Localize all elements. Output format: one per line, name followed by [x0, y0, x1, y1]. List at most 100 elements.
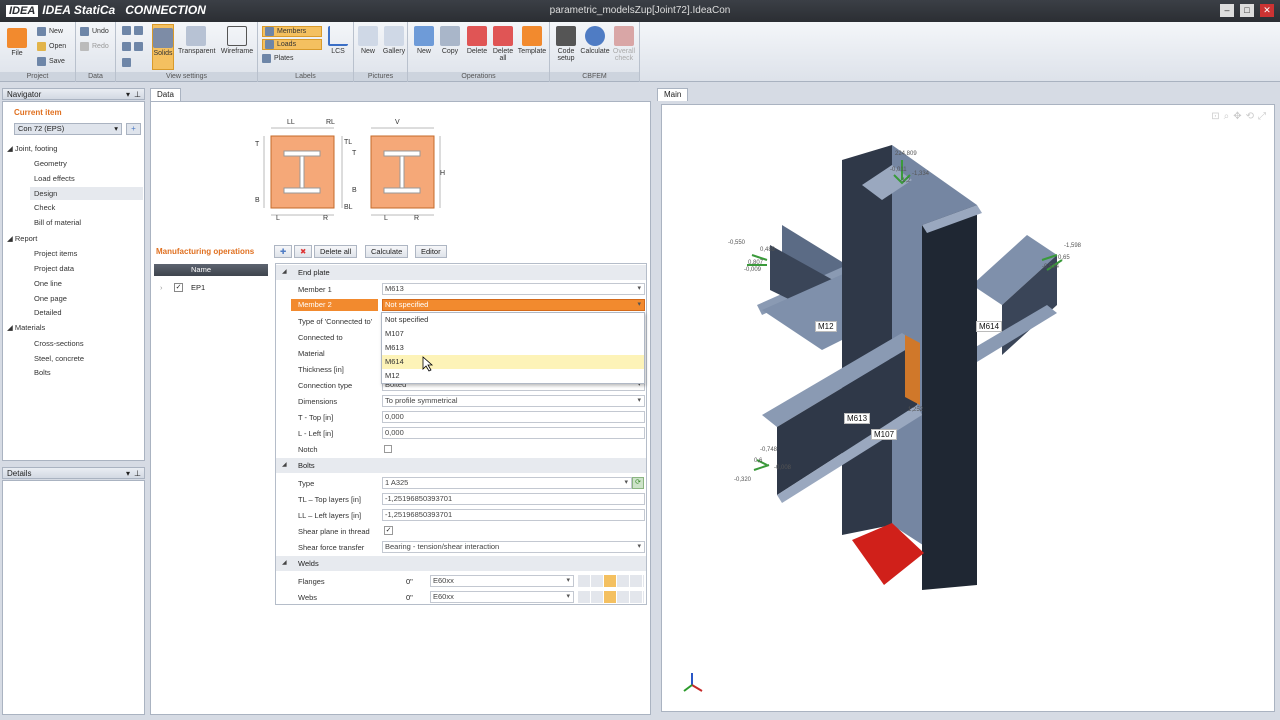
solids-button[interactable]: Solids: [152, 24, 174, 70]
view-icon-2[interactable]: [122, 42, 143, 51]
tree-item-report[interactable]: ◢ Report: [7, 234, 37, 243]
webs-thickness[interactable]: 0": [406, 593, 413, 602]
dropdown-icon[interactable]: ▾: [126, 89, 130, 100]
tree-item-joint[interactable]: ◢ Joint, footing: [7, 144, 57, 153]
dimensions-select[interactable]: To profile symmetrical: [382, 395, 645, 407]
view-icon-3[interactable]: [122, 58, 131, 67]
member2-dropdown-list: Not specified M107 M613 M614 M12: [381, 312, 645, 384]
transparent-button[interactable]: Transparent: [178, 26, 215, 55]
new-picture-button[interactable]: New: [356, 26, 380, 55]
bolt-library-icon[interactable]: ⟳: [632, 477, 644, 489]
file-button[interactable]: File: [4, 28, 30, 57]
notch-checkbox[interactable]: [384, 445, 392, 453]
delete-operation-button[interactable]: Delete: [464, 26, 490, 55]
webs-weld-select[interactable]: E60xx: [430, 591, 574, 603]
pin-icon[interactable]: ⊥: [134, 468, 141, 479]
code-setup-button[interactable]: Code setup: [552, 26, 580, 62]
redo-icon: [80, 42, 89, 51]
plates-icon: [262, 54, 271, 63]
weld-type-selected-icon[interactable]: [604, 591, 616, 603]
delete-all-operations-button[interactable]: Delete all: [490, 26, 516, 62]
tree-item-load-effects[interactable]: Load effects: [34, 174, 75, 183]
delete-all-button[interactable]: Delete all: [314, 245, 358, 258]
end-plate-ep1[interactable]: [905, 335, 920, 405]
column-m107[interactable]: [842, 145, 892, 535]
overall-check-button[interactable]: Overall check: [610, 26, 638, 62]
new-operation-button[interactable]: New: [412, 26, 436, 55]
add-connection-icon[interactable]: +: [126, 123, 141, 135]
t-top-input[interactable]: 0,000: [382, 411, 645, 423]
members-label-button[interactable]: Members: [262, 26, 322, 37]
connection-select[interactable]: Con 72 (EPS) ▾: [14, 123, 122, 135]
tree-item-project-items[interactable]: Project items: [34, 249, 77, 258]
load-value: -0,748: [760, 447, 778, 453]
member-label-m613[interactable]: M613: [844, 413, 871, 424]
dropdown-icon[interactable]: ▾: [126, 468, 130, 479]
minimize-icon[interactable]: –: [1220, 4, 1234, 17]
tree-item-one-line[interactable]: One line: [34, 279, 62, 288]
shear-plane-checkbox[interactable]: ✓: [384, 526, 393, 535]
lcs-button[interactable]: LCS: [326, 26, 350, 55]
view-icon-1[interactable]: [122, 26, 143, 35]
ll-layers-input[interactable]: -1,25196850393701: [382, 509, 645, 521]
member-label-m107[interactable]: M107: [871, 429, 898, 440]
bolt-type-select[interactable]: 1 A325: [382, 477, 632, 489]
save-button[interactable]: Save: [37, 57, 65, 66]
calculate-button[interactable]: Calculate: [365, 245, 409, 258]
tree-item-geometry[interactable]: Geometry: [34, 159, 67, 168]
template-button[interactable]: Template: [516, 26, 548, 55]
flanges-weld-select[interactable]: E60xx: [430, 575, 574, 587]
plates-label-button[interactable]: Plates: [262, 54, 293, 63]
loads-label-button[interactable]: Loads: [262, 39, 322, 50]
tree-item-project-data[interactable]: Project data: [34, 264, 74, 273]
3d-viewport[interactable]: ⊡ ⌕ ✥ ⟲ ⤢ M12 M614 M613 M107 224,809 -0,…: [661, 104, 1275, 712]
operation-row[interactable]: › ✓ EP1: [154, 280, 268, 295]
remove-operation-icon[interactable]: ✖: [294, 245, 313, 258]
operations-column-header[interactable]: Name: [154, 264, 268, 276]
member-label-m614[interactable]: M614: [976, 321, 1003, 332]
flanges-thickness[interactable]: 0": [406, 577, 413, 586]
tree-item-bill-of-material[interactable]: Bill of material: [34, 218, 81, 227]
tree-item-bolts[interactable]: Bolts: [34, 368, 51, 377]
operation-checkbox[interactable]: ✓: [174, 283, 183, 292]
expand-icon[interactable]: ›: [160, 280, 163, 295]
new-project-button[interactable]: New: [37, 27, 63, 36]
undo-button[interactable]: Undo: [80, 27, 109, 36]
section-welds[interactable]: ◢ Welds: [276, 556, 646, 571]
tree-item-detailed[interactable]: Detailed: [34, 308, 62, 317]
section-bolts[interactable]: ◢ Bolts: [276, 458, 646, 473]
tree-item-materials[interactable]: ◢ Materials: [7, 323, 45, 332]
member-label-m12[interactable]: M12: [815, 321, 837, 332]
member2-select[interactable]: Not specified: [382, 299, 645, 311]
close-icon[interactable]: ✕: [1260, 4, 1274, 17]
dropdown-option[interactable]: M107: [382, 327, 644, 341]
calculate-ribbon-button[interactable]: Calculate: [580, 26, 610, 55]
editor-button[interactable]: Editor: [415, 245, 447, 258]
tab-data[interactable]: Data: [150, 88, 181, 101]
maximize-icon[interactable]: □: [1240, 4, 1254, 17]
dropdown-option[interactable]: M613: [382, 341, 644, 355]
l-left-input[interactable]: 0,000: [382, 427, 645, 439]
add-operation-icon[interactable]: ✚: [274, 245, 293, 258]
tab-main[interactable]: Main: [657, 88, 689, 101]
tree-item-check[interactable]: Check: [34, 203, 55, 212]
copy-operation-button[interactable]: Copy: [438, 26, 462, 55]
section-end-plate[interactable]: ◢ End plate: [276, 265, 646, 280]
window-title: parametric_modelsZup[Joint72].IdeaCon: [549, 5, 731, 16]
member1-select[interactable]: M613: [382, 283, 645, 295]
tree-item-design[interactable]: Design: [30, 187, 143, 200]
tl-layers-input[interactable]: -1,25196850393701: [382, 493, 645, 505]
pin-icon[interactable]: ⊥: [134, 89, 141, 100]
details-header: Details ▾ ⊥: [2, 467, 145, 479]
open-button[interactable]: Open: [37, 42, 66, 51]
gallery-button[interactable]: Gallery: [380, 26, 408, 55]
shear-force-select[interactable]: Bearing - tension/shear interaction: [382, 541, 645, 553]
weld-type-selected-icon[interactable]: [604, 575, 616, 587]
redo-button[interactable]: Redo: [80, 42, 109, 51]
tree-item-steel-concrete[interactable]: Steel, concrete: [34, 354, 84, 363]
tree-item-one-page[interactable]: One page: [34, 294, 67, 303]
tree-item-cross-sections[interactable]: Cross-sections: [34, 339, 84, 348]
row-l-left: L - Left [in] 0,000: [276, 425, 646, 441]
dropdown-option[interactable]: Not specified: [382, 313, 644, 327]
wireframe-button[interactable]: Wireframe: [218, 26, 256, 55]
